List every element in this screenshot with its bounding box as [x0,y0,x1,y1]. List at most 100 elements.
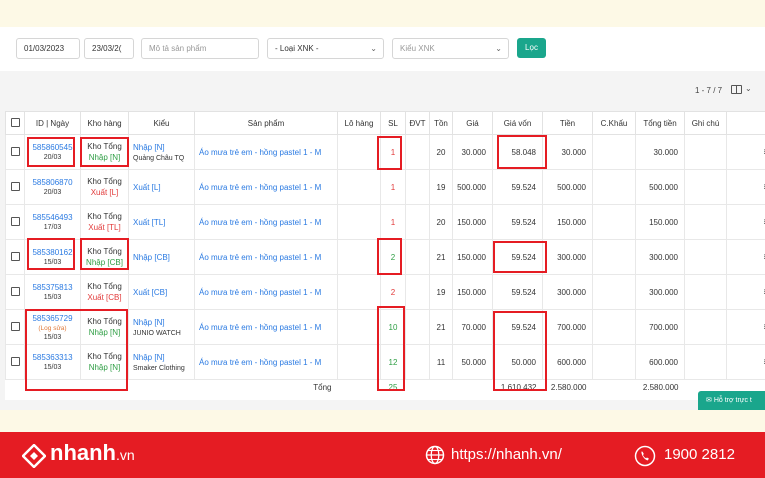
record-id-link[interactable]: 585860545 [25,143,80,152]
cost-cell: 59.524 [492,204,543,240]
col-amount[interactable]: Tiền [542,111,593,135]
qty-cell: 1 [380,169,406,205]
kind-link[interactable]: Xuất [CB] [133,288,194,297]
table-row[interactable]: 585380162 15/03 Kho Tổng Nhập [CB] Nhập [CB]… [5,239,765,275]
row-checkbox[interactable] [5,309,25,345]
kind-link[interactable]: Nhập [CB] [133,253,194,262]
col-product[interactable]: Sản phẩm [194,111,338,135]
product-link[interactable]: Áo mưa trẻ em - hồng pastel 1 - M [199,218,321,227]
col-price[interactable]: Giá [452,111,493,135]
discount-cell [592,274,636,310]
settings-icon[interactable]: ⚙ [726,111,765,135]
record-id-link[interactable]: 585380162 [25,248,80,257]
record-id-link[interactable]: 585363313 [25,353,80,362]
table-row[interactable]: 585860545 20/03 Kho Tổng Nhập [N] Nhập [N] Qu… [5,134,765,170]
support-chat-button[interactable]: ✉ Hỗ trợ trực t [698,391,765,410]
record-id-link[interactable]: 585806870 [25,178,80,187]
product-cell: Áo mưa trẻ em - hồng pastel 1 - M [194,169,338,205]
row-checkbox[interactable] [5,239,25,275]
direction-label: Xuất [CB] [87,293,122,302]
row-checkbox[interactable] [5,274,25,310]
cost-cell: 58.048 [492,134,543,170]
direction-label: Nhập [N] [88,328,121,337]
row-actions[interactable]: ≡⌄ [726,239,765,275]
col-cost[interactable]: Giá vốn [492,111,543,135]
product-cell: Áo mưa trẻ em - hồng pastel 1 - M [194,344,338,380]
kind-link[interactable]: Nhập [N] [133,318,194,327]
product-link[interactable]: Áo mưa trẻ em - hồng pastel 1 - M [199,323,321,332]
row-checkbox[interactable] [5,169,25,205]
col-total[interactable]: Tổng tiền [635,111,685,135]
record-id-link[interactable]: 585375813 [25,283,80,292]
col-qty[interactable]: SL [380,111,406,135]
warehouse-cell: Kho Tổng Nhập [CB] [80,239,129,275]
row-checkbox[interactable] [5,204,25,240]
product-link[interactable]: Áo mưa trẻ em - hồng pastel 1 - M [199,288,321,297]
col-note[interactable]: Ghi chú [684,111,727,135]
select-all-checkbox[interactable] [5,111,25,135]
row-actions[interactable]: ≡⌄ [726,134,765,170]
col-stock[interactable]: Tồn [429,111,453,135]
type-select[interactable]: - Loại XNK - ⌄ [267,38,384,59]
totals-amount: 2.580.000 [542,379,593,400]
price-cell: 150.000 [452,204,493,240]
product-link[interactable]: Áo mưa trẻ em - hồng pastel 1 - M [199,183,321,192]
supplier-name: JUNIO WATCH [133,329,181,337]
product-cell: Áo mưa trẻ em - hồng pastel 1 - M [194,134,338,170]
col-unit[interactable]: ĐVT [405,111,430,135]
kind-link[interactable]: Xuất [L] [133,183,194,192]
brand-tld: .vn [116,447,135,463]
row-actions[interactable]: ≡⌄ [726,274,765,310]
type-select-label: - Loại XNK - [275,44,319,53]
edit-log-tag[interactable]: (Log sửa) [25,325,80,332]
table-row[interactable]: 585806870 20/03 Kho Tổng Xuất [L] Xuất [L] Áo… [5,169,765,205]
product-link[interactable]: Áo mưa trẻ em - hồng pastel 1 - M [199,358,321,367]
price-cell: 500.000 [452,169,493,205]
product-cell: Áo mưa trẻ em - hồng pastel 1 - M [194,204,338,240]
filter-button[interactable]: Lọc [517,38,546,58]
total-cell: 300.000 [635,274,685,310]
col-kind[interactable]: Kiểu [128,111,195,135]
kind-cell: Xuất [TL] [128,204,195,240]
kind-link[interactable]: Xuất [TL] [133,218,194,227]
col-id[interactable]: ID | Ngày [24,111,81,135]
warehouse-name: Kho Tổng [87,352,122,361]
row-checkbox[interactable] [5,344,25,380]
col-lot[interactable]: Lô hàng [337,111,381,135]
table-row[interactable]: 585546493 17/03 Kho Tổng Xuất [TL] Xuất [TL]… [5,204,765,240]
kind-link[interactable]: Nhập [N] [133,143,194,152]
amount-cell: 300.000 [542,274,593,310]
record-id-link[interactable]: 585546493 [25,213,80,222]
row-actions[interactable]: ≡⌄ [726,204,765,240]
report-panel: 01/03/2023 23/03/2( Mô tả sản phẩm - Loạ… [0,27,765,410]
table-row[interactable]: 585375813 15/03 Kho Tổng Xuất [CB] Xuất [CB]… [5,274,765,310]
qty-value: 2 [390,287,396,297]
discount-cell [592,169,636,205]
record-id-link[interactable]: 585365729 [25,314,80,323]
warehouse-cell: Kho Tổng Nhập [N] [80,134,129,170]
totals-label: Tổng [194,379,338,400]
chevron-down-icon[interactable]: ⌄ [745,84,752,93]
cost-cell: 50.000 [492,344,543,380]
date-from-field[interactable]: 01/03/2023 [16,38,80,59]
product-search-input[interactable]: Mô tả sản phẩm [141,38,259,59]
product-link[interactable]: Áo mưa trẻ em - hồng pastel 1 - M [199,253,321,262]
row-checkbox[interactable] [5,134,25,170]
qty-cell: 1 [380,134,406,170]
row-actions[interactable]: ≡⌄ [726,344,765,380]
kind-select[interactable]: Kiểu XNK ⌄ [392,38,509,59]
chevron-down-icon: ⌄ [495,44,502,53]
product-link[interactable]: Áo mưa trẻ em - hồng pastel 1 - M [199,148,321,157]
row-actions[interactable]: ≡⌄ [726,309,765,345]
record-date: 20/03 [43,189,62,196]
table-row[interactable]: 585365729 (Log sửa) 15/03 Kho Tổng Nhập [N] N… [5,309,765,345]
kind-link[interactable]: Nhập [N] [133,353,194,362]
col-discount[interactable]: C.Khấu [592,111,636,135]
table-row[interactable]: 585363313 15/03 Kho Tổng Nhập [N] Nhập [N] Sm… [5,344,765,380]
record-date: 15/03 [43,364,62,371]
row-actions[interactable]: ≡⌄ [726,169,765,205]
date-to-field[interactable]: 23/03/2( [84,38,134,59]
col-warehouse[interactable]: Kho hàng [80,111,129,135]
columns-icon[interactable] [731,85,742,94]
record-date: 15/03 [43,294,62,301]
